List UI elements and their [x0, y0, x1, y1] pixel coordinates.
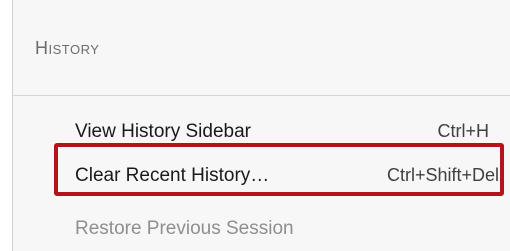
panel-header: History — [13, 0, 510, 96]
highlight-annotation-box — [54, 143, 504, 196]
menu-item-restore-previous-session: Restore Previous Session — [13, 206, 510, 250]
panel-title: History — [35, 38, 100, 58]
menu-item-shortcut: Ctrl+H — [437, 121, 489, 141]
menu-item-label: Restore Previous Session — [75, 218, 294, 239]
panel-divider — [13, 95, 510, 96]
screenshot-canvas: History View History Sidebar Ctrl+H Clea… — [0, 0, 510, 251]
menu-item-label: View History Sidebar — [75, 121, 252, 142]
history-panel: History View History Sidebar Ctrl+H Clea… — [12, 0, 510, 251]
